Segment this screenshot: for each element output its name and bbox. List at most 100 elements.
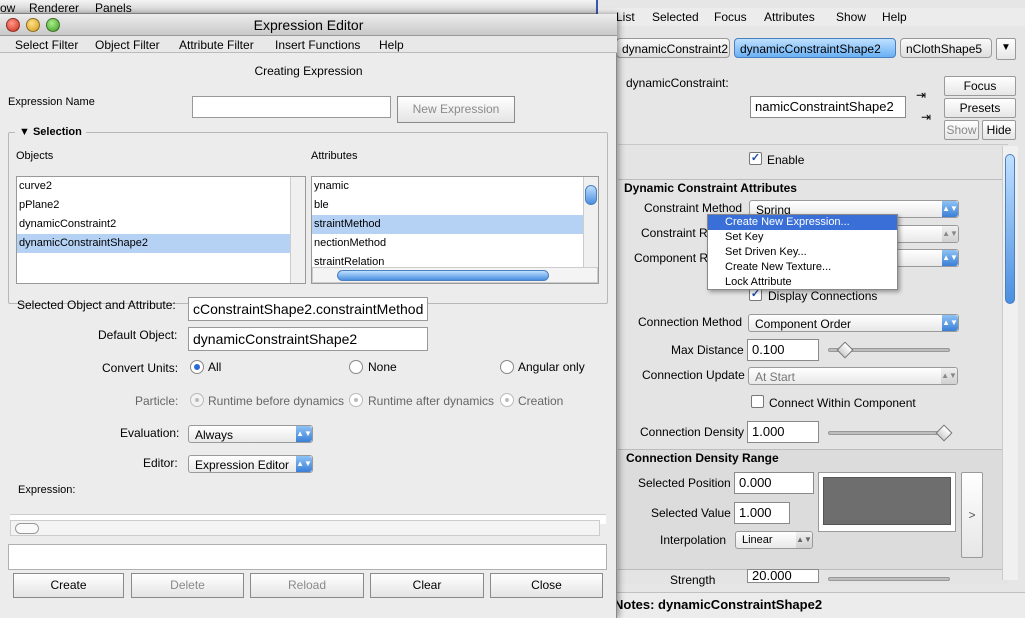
list-item[interactable]: curve2	[17, 177, 305, 196]
menu-renderer[interactable]: Renderer	[29, 1, 79, 15]
menu-list[interactable]: List	[616, 10, 635, 24]
particle-creation-label: Creation	[518, 394, 564, 408]
tab-dynamic-constraint2[interactable]: dynamicConstraint2	[616, 38, 730, 58]
default-object-field[interactable]: dynamicConstraintShape2	[188, 327, 428, 351]
attributes-hscroll-thumb[interactable]	[337, 270, 549, 281]
expression-hscroll-thumb[interactable]	[15, 523, 39, 534]
convert-units-angular-label: Angular only	[518, 360, 585, 374]
objects-list[interactable]: curve2 pPlane2 dynamicConstraint2 dynami…	[16, 176, 306, 284]
menu-item-create-new-expression[interactable]: Create New Expression...	[708, 215, 897, 230]
density-ramp-widget[interactable]	[818, 472, 956, 532]
window-title: Expression Editor	[0, 14, 617, 36]
max-distance-field[interactable]: 0.100	[747, 339, 819, 361]
list-item[interactable]: ynamic	[312, 177, 598, 196]
objects-scrollbar[interactable]	[290, 177, 305, 283]
menu-item-set-driven-key[interactable]: Set Driven Key...	[708, 245, 897, 260]
menu-help[interactable]: Help	[882, 10, 907, 24]
ramp-expand-button[interactable]: >	[961, 472, 983, 558]
attribute-context-menu: Create New Expression... Set Key Set Dri…	[707, 214, 898, 290]
tab-overflow-button[interactable]: ▼	[996, 38, 1016, 60]
show-button[interactable]: Show	[944, 120, 979, 140]
chevron-down-icon: ▲▼	[296, 456, 312, 472]
selected-object-attribute-field[interactable]: cConstraintShape2.constraintMethod	[188, 297, 428, 321]
list-item[interactable]: straintMethod	[312, 215, 598, 234]
node-name-field[interactable]: namicConstraintShape2	[750, 96, 906, 118]
tab-dynamic-constraint-shape2[interactable]: dynamicConstraintShape2	[734, 38, 896, 58]
chevron-down-icon: ▲▼	[941, 368, 957, 384]
menu-select-filter[interactable]: Select Filter	[15, 38, 78, 52]
minimize-window-icon[interactable]	[26, 18, 40, 32]
menu-item-create-new-texture[interactable]: Create New Texture...	[708, 260, 897, 275]
delete-button[interactable]: Delete	[131, 573, 244, 598]
particle-creation-radio[interactable]	[500, 393, 514, 407]
input-connection-icon[interactable]: ⇥	[916, 88, 926, 102]
strength-field[interactable]: 20.000	[747, 569, 819, 583]
attributes-vscrollbar[interactable]	[583, 177, 598, 267]
menu-item-lock-attribute[interactable]: Lock Attribute	[708, 275, 897, 290]
section-title-density-range: Connection Density Range	[626, 451, 779, 465]
tab-ncloth-shape5[interactable]: nClothShape5	[900, 38, 992, 58]
connection-density-label: Connection Density	[640, 425, 745, 439]
hide-button[interactable]: Hide	[982, 120, 1016, 140]
expression-hscrollbar[interactable]	[10, 520, 600, 536]
list-item[interactable]: nectionMethod	[312, 234, 598, 253]
editor-dropdown[interactable]: Expression Editor ▲▼	[188, 455, 313, 473]
attribute-scroll-thumb[interactable]	[1005, 154, 1015, 304]
expression-name-input[interactable]	[192, 96, 391, 118]
menu-focus[interactable]: Focus	[714, 10, 747, 24]
close-button[interactable]: Close	[490, 573, 603, 598]
reload-button[interactable]: Reload	[250, 573, 364, 598]
particle-before-radio[interactable]	[190, 393, 204, 407]
list-item[interactable]: dynamicConstraint2	[17, 215, 305, 234]
clear-button[interactable]: Clear	[370, 573, 484, 598]
menu-window[interactable]: ow	[0, 1, 15, 15]
connection-method-value: Component Order	[755, 317, 852, 331]
convert-units-angular-radio[interactable]	[500, 360, 514, 374]
connect-within-component-checkbox[interactable]	[751, 395, 764, 408]
selected-position-field[interactable]: 0.000	[734, 472, 814, 494]
menu-attribute-filter[interactable]: Attribute Filter	[179, 38, 254, 52]
menu-attributes[interactable]: Attributes	[764, 10, 815, 24]
menu-show[interactable]: Show	[836, 10, 866, 24]
evaluation-dropdown[interactable]: Always ▲▼	[188, 425, 313, 443]
connection-method-dropdown[interactable]: Component Order ▲▼	[748, 314, 959, 332]
strength-slider[interactable]	[828, 577, 950, 581]
interpolation-dropdown[interactable]: Linear ▲▼	[735, 531, 813, 549]
menu-item-set-key[interactable]: Set Key	[708, 230, 897, 245]
selection-header[interactable]: ▼ Selection	[15, 126, 86, 138]
density-ramp-graph[interactable]	[823, 477, 951, 525]
attributes-vscroll-thumb[interactable]	[585, 185, 597, 205]
convert-units-all-radio[interactable]	[190, 360, 204, 374]
attributes-hscrollbar[interactable]	[312, 267, 598, 283]
close-window-icon[interactable]	[6, 18, 20, 32]
menu-help[interactable]: Help	[379, 38, 404, 52]
chevron-down-icon: ▲▼	[942, 201, 958, 217]
objects-label: Objects	[16, 150, 54, 162]
connection-density-field[interactable]: 1.000	[747, 421, 819, 443]
attribute-vertical-scrollbar[interactable]	[1002, 146, 1018, 580]
section-divider	[618, 179, 1002, 180]
presets-button[interactable]: Presets	[944, 98, 1016, 118]
output-connection-icon[interactable]: ⇥	[921, 110, 931, 124]
chevron-down-icon: ▲▼	[942, 226, 958, 242]
new-expression-button[interactable]: New Expression	[397, 96, 515, 123]
zoom-window-icon[interactable]	[46, 18, 60, 32]
list-item[interactable]: dynamicConstraintShape2	[17, 234, 305, 253]
focus-button[interactable]: Focus	[944, 76, 1016, 96]
list-item[interactable]: ble	[312, 196, 598, 215]
particle-after-radio[interactable]	[349, 393, 363, 407]
connection-update-dropdown[interactable]: At Start ▲▼	[748, 367, 958, 385]
menu-object-filter[interactable]: Object Filter	[95, 38, 160, 52]
menu-selected[interactable]: Selected	[652, 10, 699, 24]
create-button[interactable]: Create	[13, 573, 124, 598]
expression-command-field[interactable]	[8, 544, 607, 570]
menu-insert-functions[interactable]: Insert Functions	[275, 38, 360, 52]
list-item[interactable]: pPlane2	[17, 196, 305, 215]
menu-panels[interactable]: Panels	[95, 1, 132, 15]
convert-units-all-label: All	[208, 360, 222, 374]
connection-density-slider[interactable]	[828, 431, 950, 435]
selection-label: Selection	[32, 126, 82, 138]
enable-checkbox[interactable]: ✓	[749, 152, 762, 165]
convert-units-none-radio[interactable]	[349, 360, 363, 374]
selected-value-field[interactable]: 1.000	[734, 502, 790, 524]
